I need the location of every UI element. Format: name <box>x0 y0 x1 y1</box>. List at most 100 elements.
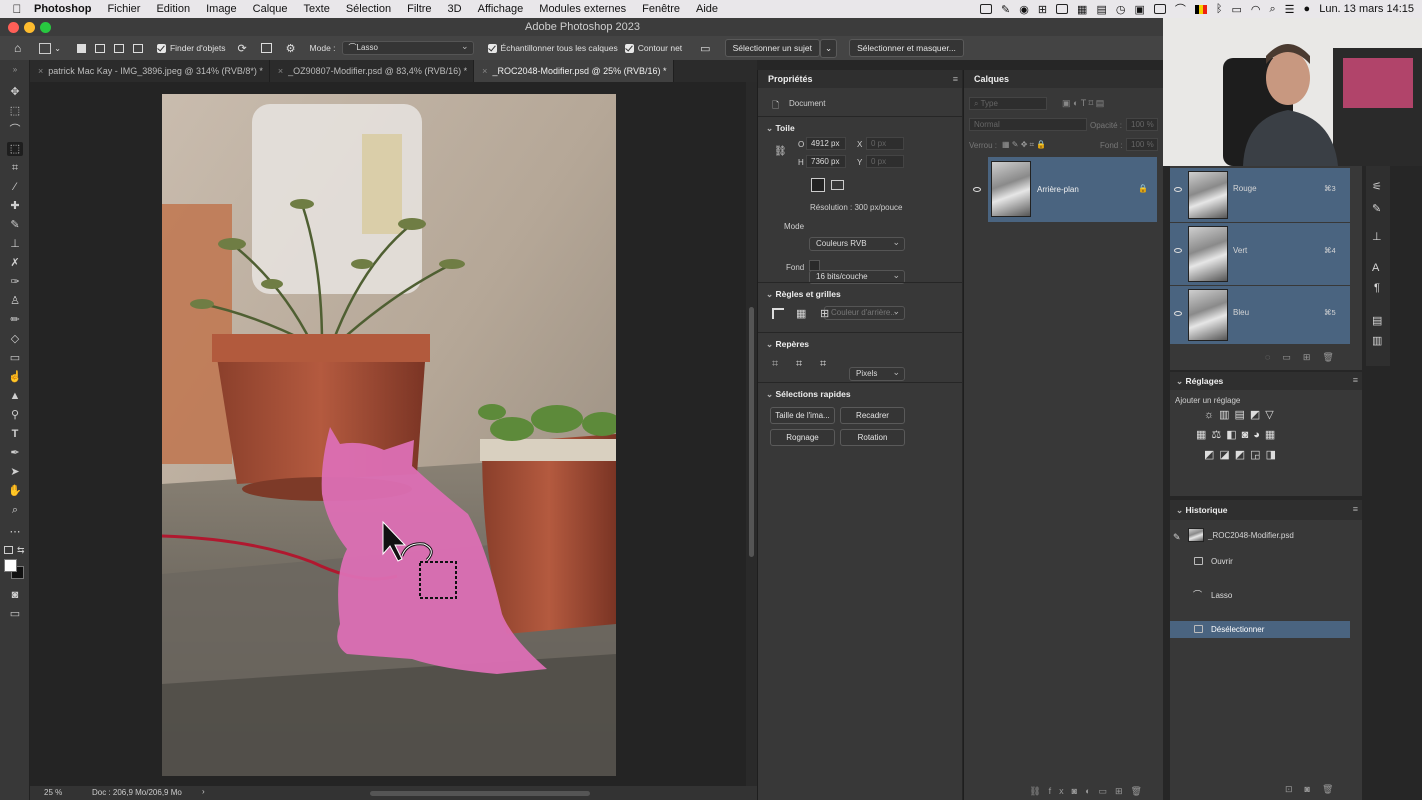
zoom-tool-icon[interactable]: ⌕ <box>7 503 23 517</box>
status-menu-arrow[interactable]: › <box>202 787 205 796</box>
dodge-tool-icon[interactable]: ⚲ <box>7 408 23 422</box>
menu-modules[interactable]: Modules externes <box>539 3 626 15</box>
character-panel-icon[interactable]: A <box>1372 262 1379 274</box>
channel-row-blue[interactable]: Bleu ⌘5 <box>1170 286 1350 344</box>
apple-icon[interactable]:  <box>0 2 34 16</box>
close-tab-icon[interactable]: × <box>278 66 283 76</box>
scrollbar-thumb[interactable] <box>749 307 754 557</box>
subtract-selection-icon[interactable] <box>113 43 124 53</box>
channel-visibility-eye-icon[interactable] <box>1174 248 1182 253</box>
select-mask-button[interactable]: Sélectionner et masquer... <box>849 39 964 57</box>
eyedropper-tool-icon[interactable]: ⁄ <box>7 180 23 194</box>
history-item[interactable]: ⌒ Lasso <box>1170 587 1350 604</box>
clone-tool-icon[interactable]: ♙ <box>7 294 23 308</box>
bluetooth-icon[interactable]: ᛒ <box>1216 3 1223 15</box>
layer-visibility-eye-icon[interactable] <box>973 187 981 192</box>
tool-preset-icon[interactable] <box>39 42 52 54</box>
select-subject-dropdown[interactable]: ⌄ <box>819 38 838 58</box>
status-icon-6[interactable]: ▦ <box>1077 3 1087 16</box>
blur-tool-icon[interactable]: ▲ <box>7 389 23 403</box>
filter-icons[interactable]: ▣ ◐ T ⌑ ▤ <box>1062 98 1104 109</box>
history-footer-icons[interactable]: ⊡◙🗑 <box>1285 784 1345 795</box>
headphones-icon[interactable]: ⌒ <box>1175 1 1186 17</box>
snapshot-name[interactable]: _ROC2048-Modifier.psd <box>1208 531 1294 540</box>
new-selection-icon[interactable] <box>76 43 86 53</box>
fill-field[interactable]: 100 % <box>1126 138 1158 151</box>
channel-visibility-eye-icon[interactable] <box>1174 311 1182 316</box>
minimize-window-icon[interactable] <box>24 22 35 33</box>
battery-icon[interactable]: ▭ <box>1231 3 1241 16</box>
guides-icon[interactable]: ⌗ <box>772 358 778 371</box>
stamp-tool-icon[interactable]: ⊥ <box>7 237 23 251</box>
canvas-vertical-scrollbar[interactable] <box>746 82 757 786</box>
document-canvas[interactable] <box>162 94 616 776</box>
height-field[interactable]: 7360 px <box>806 155 846 168</box>
adjustment-icons-row-3[interactable]: ◩◪◩◲◨ <box>1204 448 1281 461</box>
mixer-brush-tool-icon[interactable]: ✏ <box>7 313 23 327</box>
swap-colors-icon[interactable]: ⇆ <box>17 545 25 556</box>
guide-layout-icon[interactable]: ⌗ <box>820 358 826 371</box>
layer-row[interactable]: Arrière-plan 🔒 <box>988 157 1157 222</box>
foreground-color-swatch[interactable] <box>4 559 17 572</box>
adjustments-menu-icon[interactable]: ≡ <box>1353 375 1358 385</box>
menubar-clock[interactable]: Lun. 13 mars 14:15 <box>1319 3 1414 15</box>
finder-checkbox[interactable]: Finder d'objets <box>156 43 225 54</box>
portrait-orientation-icon[interactable] <box>811 178 825 192</box>
object-selection-tool-icon[interactable]: ⬚ <box>7 142 23 156</box>
spotlight-icon[interactable]: ⌕ <box>1270 3 1276 16</box>
new-guide-icon[interactable]: ⌗ <box>796 358 802 371</box>
lock-icons[interactable]: ▦ ✎ ✥ ⌗ 🔒 <box>1002 140 1046 150</box>
clone-source-icon[interactable]: ⊥ <box>1372 230 1382 243</box>
siri-icon[interactable]: ● <box>1304 3 1311 15</box>
channel-visibility-eye-icon[interactable] <box>1174 187 1182 192</box>
chat-icon[interactable]: ▭ <box>700 42 710 55</box>
lasso-tool-icon[interactable]: ⌒ <box>7 123 23 137</box>
sample-all-checkbox[interactable]: Échantillonner tous les calques <box>487 43 618 54</box>
clock-icon[interactable]: ◷ <box>1116 3 1126 16</box>
image-size-button[interactable]: Taille de l'ima... <box>770 407 835 424</box>
menu-3d[interactable]: 3D <box>448 3 462 15</box>
layer-lock-icon[interactable]: 🔒 <box>1138 184 1148 193</box>
background-swatch[interactable] <box>809 260 820 271</box>
layer-name[interactable]: Arrière-plan <box>1037 185 1079 194</box>
brush-tool-icon[interactable]: ✎ <box>7 218 23 232</box>
toolbar-collapse-icon[interactable]: » <box>7 63 23 77</box>
pen-tool-icon[interactable]: ✒ <box>7 446 23 460</box>
menu-filtre[interactable]: Filtre <box>407 3 431 15</box>
status-icon-4[interactable]: ⊞ <box>1038 3 1047 16</box>
channel-footer-icons[interactable]: ◌▭⊞🗑 <box>1265 352 1346 363</box>
layer-footer-icons[interactable]: ⛓fx◙◐▭⊞🗑 <box>964 782 1164 800</box>
layer-filter-select[interactable]: ⌕ Type <box>969 97 1047 110</box>
link-dimensions-icon[interactable]: ⛓ <box>774 146 787 157</box>
close-tab-icon[interactable]: × <box>38 66 43 76</box>
history-brush-source-icon[interactable]: ✎ <box>1173 532 1181 543</box>
info-panel-icon[interactable]: ▤ <box>1372 314 1382 327</box>
type-tool-icon[interactable]: T <box>7 427 23 441</box>
tab-document-1[interactable]: × patrick Mac Kay - IMG_3896.jpeg @ 314% … <box>30 60 270 82</box>
grid-icon[interactable]: ▦ <box>796 307 806 320</box>
gradient-tool-icon[interactable]: ▭ <box>7 351 23 365</box>
status-icon-3[interactable]: ◉ <box>1019 3 1029 16</box>
blend-mode-select[interactable]: Normal <box>969 118 1087 131</box>
path-selection-tool-icon[interactable]: ➤ <box>7 465 23 479</box>
history-title[interactable]: Historique <box>1176 505 1227 516</box>
smudge-tool-icon[interactable]: ☝ <box>7 370 23 384</box>
rulers-section-header[interactable]: Règles et grilles <box>766 289 840 300</box>
add-selection-icon[interactable] <box>94 43 105 53</box>
zoom-level[interactable]: 25 % <box>44 788 62 797</box>
healing-tool-icon[interactable]: ✚ <box>7 199 23 213</box>
screen-mode-icon[interactable]: ▭ <box>7 607 23 621</box>
brush-settings-icon[interactable]: ✎ <box>1372 202 1381 215</box>
menu-image[interactable]: Image <box>206 3 237 15</box>
refresh-icon[interactable]: ⟳ <box>237 42 246 55</box>
quick-actions-section-header[interactable]: Sélections rapides <box>766 389 850 400</box>
intersect-selection-icon[interactable] <box>132 43 143 53</box>
menu-texte[interactable]: Texte <box>304 3 330 15</box>
chevron-down-icon[interactable]: ⌄ <box>54 44 61 53</box>
close-tab-icon[interactable]: × <box>482 66 487 76</box>
move-tool-icon[interactable]: ✥ <box>7 85 23 99</box>
status-icon-8[interactable]: ▣ <box>1134 3 1144 16</box>
rulers-icon[interactable] <box>772 308 784 319</box>
menu-selection[interactable]: Sélection <box>346 3 391 15</box>
show-objects-icon[interactable] <box>260 43 272 53</box>
